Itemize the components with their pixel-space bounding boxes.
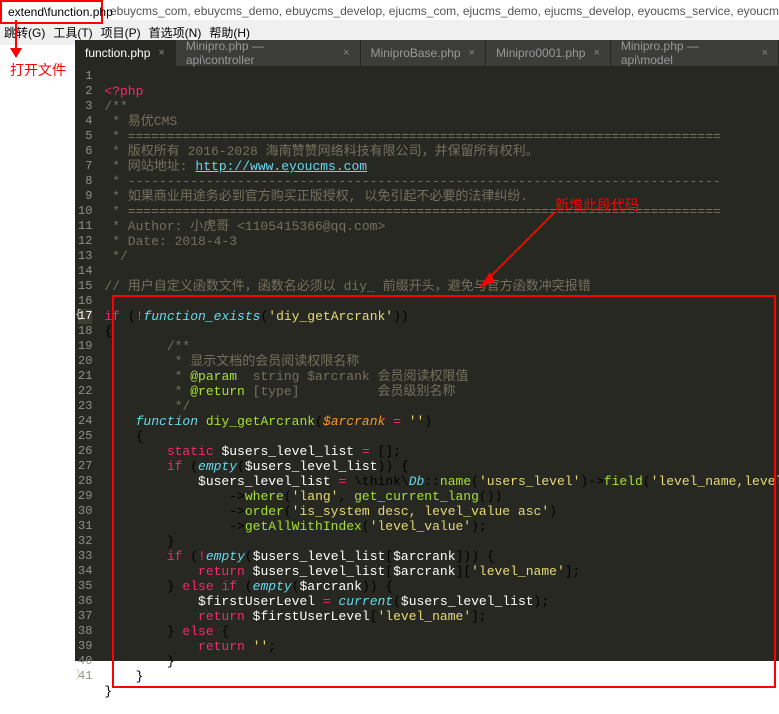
tab-minipro-model[interactable]: Minipro.php — api\model × xyxy=(611,40,779,66)
close-icon[interactable]: × xyxy=(343,47,349,59)
code-line: /** xyxy=(104,99,127,114)
code-line: * Date: 2018-4-3 xyxy=(104,234,237,249)
code-line: } else if (empty($arcrank)) { xyxy=(104,579,393,594)
breadcrumb: ebuycms_com, ebuycms_demo, ebuycms_devel… xyxy=(105,4,779,18)
code-line: * 易优CMS xyxy=(104,114,177,129)
code-line: * @param string $arcrank 会员阅读权限值 xyxy=(104,369,468,384)
code-line: * Author: 小虎哥 <1105415366@qq.com> xyxy=(104,219,385,234)
tab-bar: function.php × Minipro.php — api\controll… xyxy=(75,40,779,66)
code-line: return $firstUserLevel['level_name']; xyxy=(104,609,486,624)
code-line: */ xyxy=(104,249,127,264)
code-line: if (!function_exists('diy_getArcrank')) xyxy=(104,309,408,324)
code-line: function diy_getArcrank($arcrank = '') xyxy=(104,414,432,429)
open-file-annotation: 打开文件 xyxy=(10,60,66,80)
code-line: <?php xyxy=(104,84,143,99)
code-line: * @return [type] 会员级别名称 xyxy=(104,384,455,399)
code-line: * --------------------------------------… xyxy=(104,174,720,189)
code-line: */ xyxy=(104,399,190,414)
code-line: ->order('is_system desc, level_value asc… xyxy=(104,504,557,519)
tab-function-php[interactable]: function.php × xyxy=(75,40,176,66)
code-line: } else { xyxy=(104,624,229,639)
code-line: return $users_level_list[$arcrank]['leve… xyxy=(104,564,580,579)
editor[interactable]: { } 123456789101112131415161718192021222… xyxy=(75,66,779,661)
code-line: * 版权所有 2016-2028 海南赞赞网络科技有限公司，并保留所有权利。 xyxy=(104,144,538,159)
code-line: } xyxy=(104,534,174,549)
line-number-gutter: 1234567891011121314151617181920212223242… xyxy=(75,66,98,661)
code-line: if (empty($users_level_list)) { xyxy=(104,459,408,474)
code-line: } xyxy=(104,684,112,699)
code-line: $firstUserLevel = current($users_level_l… xyxy=(104,594,549,609)
code-line: if (!empty($users_level_list[$arcrank]))… xyxy=(104,549,494,564)
code-line: { xyxy=(104,324,112,339)
menu-jump[interactable]: 跳转(G) xyxy=(4,24,45,41)
code-line: return ''; xyxy=(104,639,276,654)
code-line: { xyxy=(104,429,143,444)
tab-minipro0001[interactable]: Minipro0001.php × xyxy=(486,40,611,66)
tab-label: Minipro0001.php xyxy=(496,46,585,60)
annotation-arrow-line xyxy=(15,20,17,50)
close-icon[interactable]: × xyxy=(469,47,475,59)
code-line: * ======================================… xyxy=(104,129,720,144)
code-line: /** xyxy=(104,339,190,354)
code-line: $users_level_list = \think\Db::name('use… xyxy=(104,474,779,489)
annotation-text: 新增此段代码 xyxy=(555,195,639,215)
annotation-arrow-icon xyxy=(470,207,560,297)
code-line: ->where('lang', get_current_lang()) xyxy=(104,489,502,504)
menu-project[interactable]: 项目(P) xyxy=(101,24,141,41)
code-line: * 显示文档的会员阅读权限名称 xyxy=(104,354,359,369)
tab-label: function.php xyxy=(85,46,150,60)
tab-label: Minipro.php — api\controller xyxy=(186,39,335,67)
tab-label: MiniproBase.php xyxy=(371,46,461,60)
code-line: } xyxy=(104,654,174,669)
close-icon[interactable]: × xyxy=(762,47,768,59)
code-line: } xyxy=(104,669,143,684)
code-area[interactable]: <?php /** * 易优CMS * ====================… xyxy=(98,66,779,661)
code-line: ->getAllWithIndex('level_value'); xyxy=(104,519,486,534)
close-icon[interactable]: × xyxy=(593,47,599,59)
annotation-arrow-head-icon xyxy=(10,48,22,58)
tab-label: Minipro.php — api\model xyxy=(621,39,754,67)
code-line: * 如果商业用途务必到官方购买正版授权, 以免引起不必要的法律纠纷. xyxy=(104,189,528,204)
tab-minipro-controller[interactable]: Minipro.php — api\controller × xyxy=(176,40,361,66)
code-line: * 网站地址: http://www.eyoucms.com xyxy=(104,159,367,174)
menu-tools[interactable]: 工具(T) xyxy=(53,24,92,41)
code-line xyxy=(104,264,112,279)
close-icon[interactable]: × xyxy=(158,47,164,59)
tab-miniprobase[interactable]: MiniproBase.php × xyxy=(361,40,487,66)
code-line xyxy=(104,294,112,309)
code-line: static $users_level_list = []; xyxy=(104,444,401,459)
